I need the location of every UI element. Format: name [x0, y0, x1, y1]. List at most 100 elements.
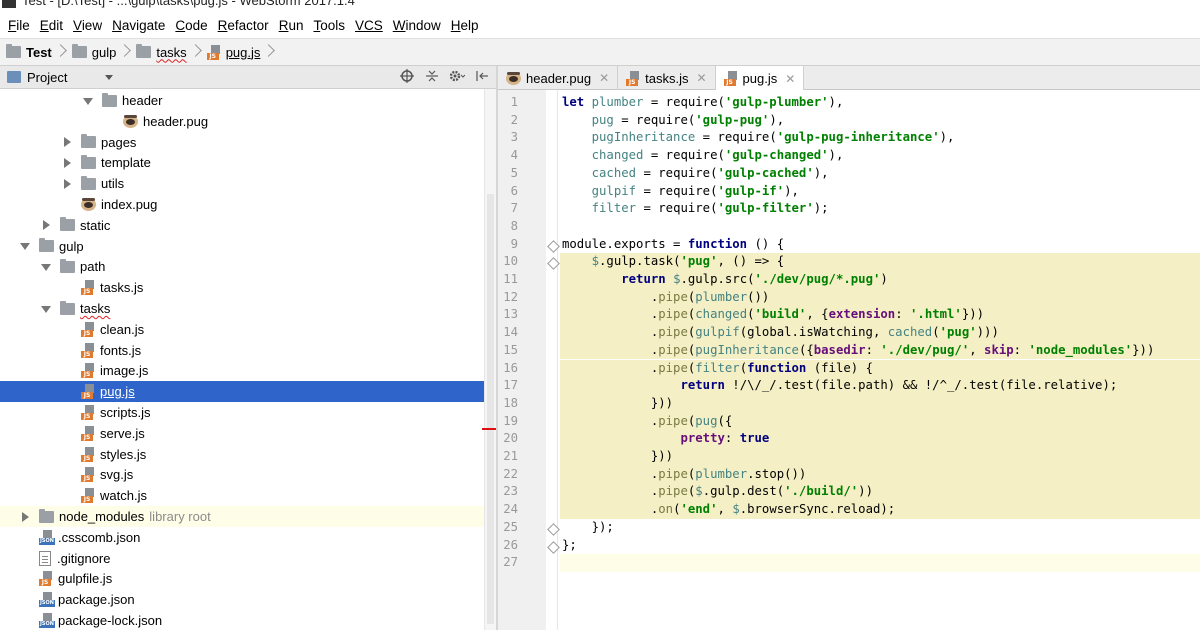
tree-node[interactable]: pug.js [0, 381, 484, 403]
code-line[interactable]: 3 pugInheritance = require('gulp-pug-inh… [498, 129, 1200, 147]
expand-arrow-icon[interactable] [83, 96, 93, 106]
tree-node[interactable]: serve.js [0, 423, 484, 444]
breadcrumb-item-pug-js[interactable]: pug.js [206, 43, 281, 61]
code-line[interactable]: 17 return !/\/_/.test(file.path) && !/^_… [498, 377, 1200, 395]
code-line[interactable]: 2 pug = require('gulp-pug'), [498, 112, 1200, 130]
close-icon[interactable]: ✕ [696, 71, 706, 85]
code-line[interactable]: 20 pretty: true [498, 430, 1200, 448]
code-line[interactable]: 16 .pipe(filter(function (file) { [498, 359, 1200, 378]
expand-arrow-icon[interactable] [41, 262, 51, 272]
code-line[interactable]: 5 cached = require('gulp-cached'), [498, 165, 1200, 183]
breadcrumb-item-project[interactable]: Test [6, 43, 72, 61]
code-line[interactable]: 14 .pipe (gulpif(global.isWatching, cache… [498, 324, 1200, 342]
hide-panel-icon[interactable] [474, 69, 490, 85]
menu-item[interactable]: Run [274, 18, 309, 33]
code-line[interactable]: 22 .pipe(plumber.stop()) [498, 465, 1200, 484]
close-icon[interactable]: ✕ [599, 71, 609, 85]
fold-marker-icon[interactable] [549, 522, 558, 532]
collapse-arrow-icon[interactable] [62, 157, 72, 168]
menu-item[interactable]: Window [388, 18, 446, 33]
breadcrumb-item-gulp[interactable]: gulp [71, 43, 137, 61]
editor-tab[interactable]: pug.js ✕ [715, 66, 805, 91]
project-tree-scrollbar[interactable] [482, 89, 496, 630]
code-line[interactable]: 4 changed = require('gulp-changed'), [498, 147, 1200, 165]
code-line[interactable]: 26}; [498, 537, 1200, 555]
tree-node[interactable]: index.pug [0, 194, 484, 215]
editor-tab[interactable]: header.pug ✕ [498, 66, 619, 90]
code-line[interactable]: 19 .pipe(pug({ [498, 412, 1200, 431]
collapse-arrow-icon[interactable] [20, 511, 30, 522]
chevron-down-icon[interactable] [105, 74, 114, 80]
project-view-selector[interactable]: Project [27, 70, 67, 85]
code-editor[interactable]: 1 let plumber = require('gulp-plumber'), 2… [498, 90, 1200, 630]
code-line[interactable]: 13 .pipe(changed('build', {extension: '.… [498, 306, 1200, 325]
code-line[interactable]: 18 })) [498, 394, 1200, 413]
code-line[interactable]: 1 let plumber = require('gulp-plumber'), [498, 94, 1200, 112]
code-line[interactable]: 25 }); [498, 519, 1200, 537]
tree-node[interactable]: image.js [0, 360, 484, 381]
tree-node[interactable]: package-lock.json [0, 610, 484, 630]
menu-item[interactable]: VCS [350, 18, 388, 33]
code-line[interactable]: 24 .on('end', $.browserSync.reload); [498, 501, 1200, 519]
tree-node[interactable]: tasks [0, 298, 484, 319]
tree-node[interactable]: watch.js [0, 485, 484, 506]
menu-item[interactable]: File [3, 18, 35, 33]
menu-item[interactable]: Navigate [107, 18, 170, 33]
fold-marker-icon[interactable] [549, 540, 558, 550]
editor-tab[interactable]: tasks.js ✕ [618, 66, 716, 90]
code-line[interactable]: 12 .pipe(plumber()) [498, 288, 1200, 307]
tree-node[interactable]: header [0, 90, 484, 111]
menu-item[interactable]: Edit [35, 18, 68, 33]
tree-node[interactable]: .gitignore [0, 548, 484, 569]
project-tree[interactable]: header header.pug pages template utils index.… [0, 89, 496, 630]
menu-item[interactable]: Refactor [213, 18, 274, 33]
expand-arrow-icon[interactable] [20, 241, 30, 251]
code-line[interactable]: 10 $.gulp.task('pug', () => { [498, 253, 1200, 271]
collapse-arrow-icon[interactable] [62, 178, 72, 189]
tree-node[interactable]: node_modules library root [0, 506, 484, 527]
close-icon[interactable]: ✕ [785, 72, 795, 86]
expand-arrow-icon[interactable] [41, 304, 51, 314]
menu-item[interactable]: Code [170, 18, 212, 33]
tree-node[interactable]: .csscomb.json [0, 527, 484, 548]
collapse-arrow-icon[interactable] [41, 220, 51, 231]
fold-marker-icon[interactable] [549, 256, 558, 266]
collapse-arrow-icon[interactable] [62, 137, 72, 148]
locate-file-icon[interactable] [399, 69, 415, 85]
error-stripe-marker[interactable] [482, 428, 496, 430]
line-number: 19 [503, 413, 518, 428]
tree-node[interactable]: styles.js [0, 444, 484, 465]
code-line[interactable]: 11 return $.gulp.src('./dev/pug/*.pug') [498, 271, 1200, 289]
code-line[interactable]: 21 })) [498, 448, 1200, 466]
code-line[interactable]: 8 [498, 218, 1200, 236]
line-number: 4 [510, 148, 518, 163]
menu-item[interactable]: View [68, 18, 107, 33]
collapse-all-icon[interactable] [424, 69, 440, 85]
tree-node[interactable]: gulpfile.js [0, 568, 484, 589]
code-line[interactable]: 27 [498, 554, 1200, 572]
tree-node[interactable]: gulp [0, 236, 484, 257]
tree-node[interactable]: template [0, 152, 484, 173]
fold-marker-icon[interactable] [549, 239, 558, 249]
tree-node[interactable]: scripts.js [0, 402, 484, 423]
breadcrumb-item-tasks[interactable]: tasks [136, 43, 206, 61]
gear-icon[interactable] [449, 69, 466, 85]
tree-node[interactable]: pages [0, 132, 484, 153]
tree-node[interactable]: package.json [0, 589, 484, 610]
menu-item[interactable]: Tools [308, 18, 350, 33]
code-line[interactable]: 15 .pipe(pugInheritance({basedir: './dev… [498, 341, 1200, 360]
code-line[interactable]: 9 module.exports = function () { [498, 236, 1200, 254]
tree-node[interactable]: clean.js [0, 319, 484, 340]
tree-node[interactable]: path [0, 256, 484, 277]
tree-node[interactable]: static [0, 215, 484, 236]
tree-node[interactable]: tasks.js [0, 277, 484, 298]
tree-node[interactable]: fonts.js [0, 340, 484, 361]
tree-node[interactable]: svg.js [0, 464, 484, 485]
tree-node[interactable]: header.pug [0, 111, 484, 132]
scrollbar-thumb[interactable] [487, 194, 494, 624]
code-line[interactable]: 6 gulpif = require('gulp-if'), [498, 183, 1200, 201]
code-line[interactable]: 7 filter = require('gulp-filter'); [498, 200, 1200, 218]
tree-node[interactable]: utils [0, 173, 484, 194]
menu-item[interactable]: Help [446, 18, 484, 33]
code-line[interactable]: 23 .pipe($.gulp.dest('./build/')) [498, 483, 1200, 502]
